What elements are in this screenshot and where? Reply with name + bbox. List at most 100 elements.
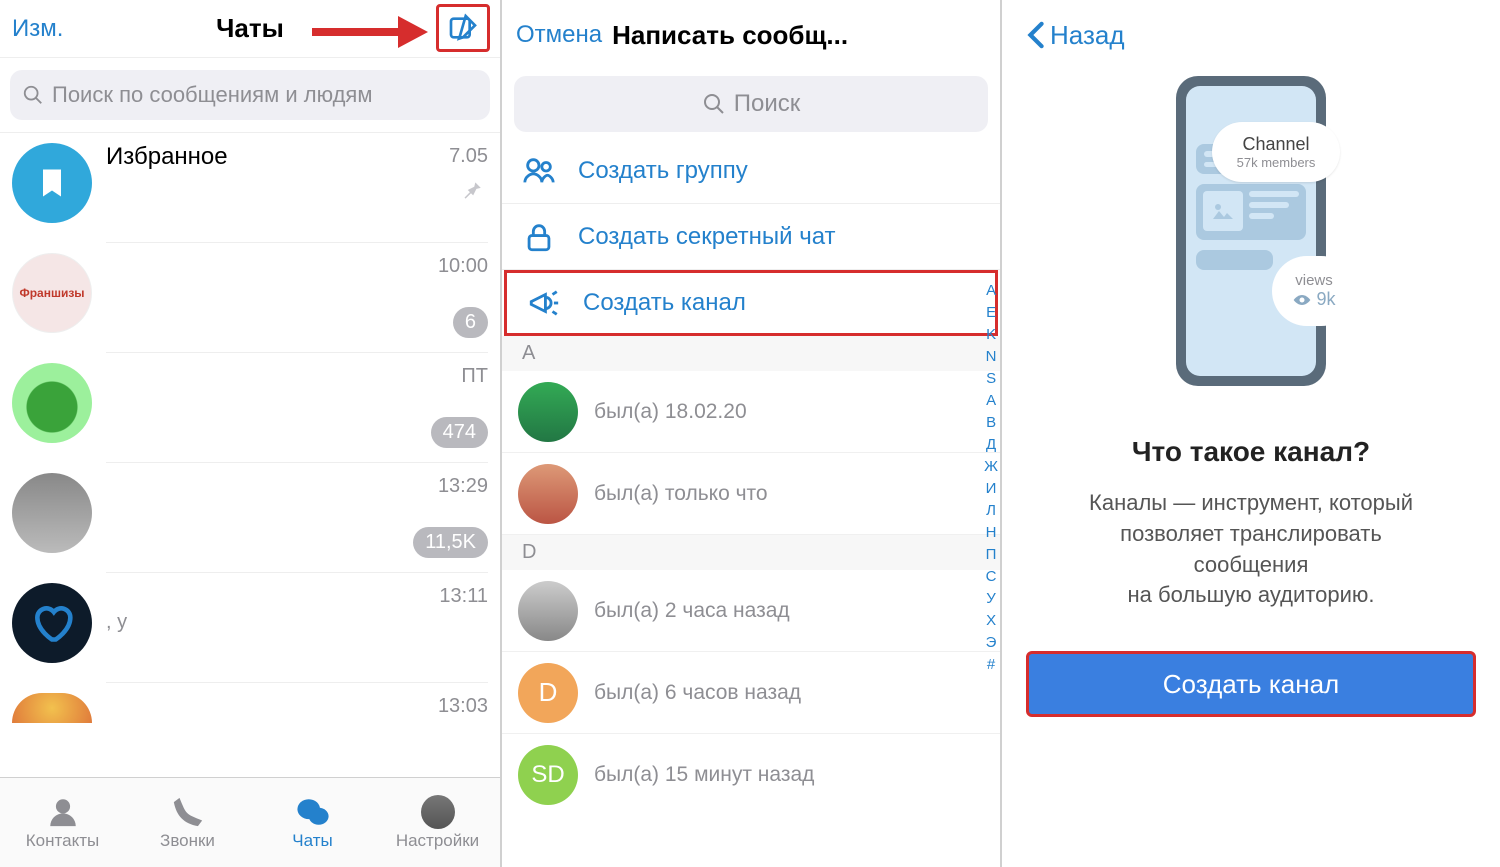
contact-status: был(а) только что <box>594 482 768 506</box>
unread-badge: 474 <box>431 417 488 448</box>
index-letter[interactable]: Н <box>986 522 997 544</box>
avatar: SD <box>518 745 578 805</box>
compose-icon <box>447 12 479 44</box>
section-header: D <box>502 535 1000 570</box>
avatar <box>518 581 578 641</box>
chat-row[interactable]: Избранное 7.05 <box>0 133 500 243</box>
contact-row[interactable]: D был(а) 6 часов назад <box>502 652 1000 734</box>
group-icon <box>522 154 556 188</box>
bookmark-icon <box>34 165 70 201</box>
highlight-arrow <box>310 14 430 50</box>
eye-icon <box>1292 293 1312 307</box>
chat-row[interactable]: 13:03 <box>0 683 500 723</box>
section-header: A <box>502 336 1000 371</box>
contact-row[interactable]: был(а) 2 часа назад <box>502 570 1000 652</box>
channel-description: Каналы — инструмент, который позволяет т… <box>1026 488 1476 611</box>
edit-button[interactable]: Изм. <box>12 15 63 43</box>
heart-icon <box>30 601 74 645</box>
channel-illustration: Channel 57k members views 9k <box>1146 76 1356 406</box>
tab-contacts[interactable]: Контакты <box>0 778 125 867</box>
avatar-saved-messages <box>12 143 92 223</box>
tab-label: Чаты <box>292 831 332 851</box>
index-letter[interactable]: В <box>986 412 996 434</box>
panel-chats: Изм. Чаты Поиск по сообщениям и людям <box>0 0 500 867</box>
index-letter[interactable]: # <box>987 654 995 676</box>
index-letter[interactable]: У <box>986 588 996 610</box>
unread-badge: 6 <box>453 307 488 338</box>
bubble-views-label: views <box>1295 272 1333 289</box>
chat-time: 10:00 <box>438 255 488 278</box>
chat-name: Избранное <box>106 143 488 171</box>
index-letter[interactable]: A <box>986 280 996 302</box>
tab-calls[interactable]: Звонки <box>125 778 250 867</box>
option-label: Создать группу <box>578 157 748 185</box>
chat-row[interactable]: 13:29 11,5K <box>0 463 500 573</box>
search-icon <box>702 92 726 116</box>
index-letter[interactable]: Д <box>986 434 996 456</box>
back-label: Назад <box>1050 20 1125 51</box>
avatar <box>12 693 92 723</box>
chat-list[interactable]: Избранное 7.05 Франшизы 10:00 6 ПТ 474 <box>0 132 500 777</box>
search-icon <box>22 84 44 106</box>
new-message-header: Отмена Написать сообщ... <box>502 0 1000 70</box>
contact-status: был(а) 15 минут назад <box>594 763 814 787</box>
compose-button[interactable] <box>436 4 490 52</box>
option-create-channel[interactable]: Создать канал <box>504 270 998 336</box>
contact-row[interactable]: был(а) 18.02.20 <box>502 371 1000 453</box>
index-letter[interactable]: С <box>986 566 997 588</box>
index-letter[interactable]: Ж <box>984 456 998 478</box>
contact-row[interactable]: был(а) только что <box>502 453 1000 535</box>
back-button[interactable]: Назад <box>1026 0 1476 70</box>
image-icon <box>1211 201 1235 221</box>
panel-channel-info: Назад Channel 57k members views <box>1000 0 1500 867</box>
alphabet-index[interactable]: A E K N S А В Д Ж И Л Н П С У Х Э # <box>984 280 998 676</box>
settings-avatar-icon <box>421 795 455 829</box>
contact-status: был(а) 6 часов назад <box>594 681 801 705</box>
index-letter[interactable]: E <box>986 302 996 324</box>
bubble-views-count: 9k <box>1316 289 1335 310</box>
search-placeholder: Поиск по сообщениям и людям <box>52 82 372 108</box>
search-input[interactable]: Поиск по сообщениям и людям <box>10 70 490 120</box>
tab-settings[interactable]: Настройки <box>375 778 500 867</box>
contact-icon <box>46 795 80 829</box>
cancel-button[interactable]: Отмена <box>516 21 602 49</box>
option-create-secret-chat[interactable]: Создать секретный чат <box>502 204 1000 270</box>
chats-icon <box>296 795 330 829</box>
bubble-views: views 9k <box>1272 256 1356 326</box>
chat-time: 13:11 <box>439 585 488 608</box>
panel-new-message: Отмена Написать сообщ... Поиск Создать г… <box>500 0 1000 867</box>
index-letter[interactable]: Х <box>986 610 996 632</box>
chat-time: 7.05 <box>449 145 488 168</box>
avatar <box>12 473 92 553</box>
chat-row[interactable]: Франшизы 10:00 6 <box>0 243 500 353</box>
tab-chats[interactable]: Чаты <box>250 778 375 867</box>
tab-label: Настройки <box>396 831 479 851</box>
option-label: Создать канал <box>583 289 746 317</box>
pin-icon <box>458 177 484 203</box>
chat-time: 13:03 <box>438 695 488 718</box>
avatar: D <box>518 663 578 723</box>
index-letter[interactable]: А <box>986 390 996 412</box>
lock-icon <box>522 220 556 254</box>
search-input[interactable]: Поиск <box>514 76 988 132</box>
chat-row[interactable]: ПТ 474 <box>0 353 500 463</box>
create-channel-button[interactable]: Создать канал <box>1026 651 1476 717</box>
phone-icon <box>171 795 205 829</box>
index-letter[interactable]: И <box>986 478 997 500</box>
index-letter[interactable]: N <box>986 346 997 368</box>
tab-label: Звонки <box>160 831 215 851</box>
index-letter[interactable]: Л <box>986 500 996 522</box>
index-letter[interactable]: П <box>986 544 997 566</box>
index-letter[interactable]: Э <box>986 632 997 654</box>
chat-time: ПТ <box>461 365 488 388</box>
index-letter[interactable]: K <box>986 324 996 346</box>
option-create-group[interactable]: Создать группу <box>502 138 1000 204</box>
chevron-left-icon <box>1026 21 1046 49</box>
avatar: Франшизы <box>12 253 92 333</box>
contact-status: был(а) 18.02.20 <box>594 400 747 424</box>
contact-row[interactable]: SD был(а) 15 минут назад <box>502 734 1000 816</box>
chat-row[interactable]: 13:11 , у <box>0 573 500 683</box>
index-letter[interactable]: S <box>986 368 996 390</box>
chats-header: Изм. Чаты <box>0 0 500 58</box>
chat-preview: , у <box>106 611 488 634</box>
